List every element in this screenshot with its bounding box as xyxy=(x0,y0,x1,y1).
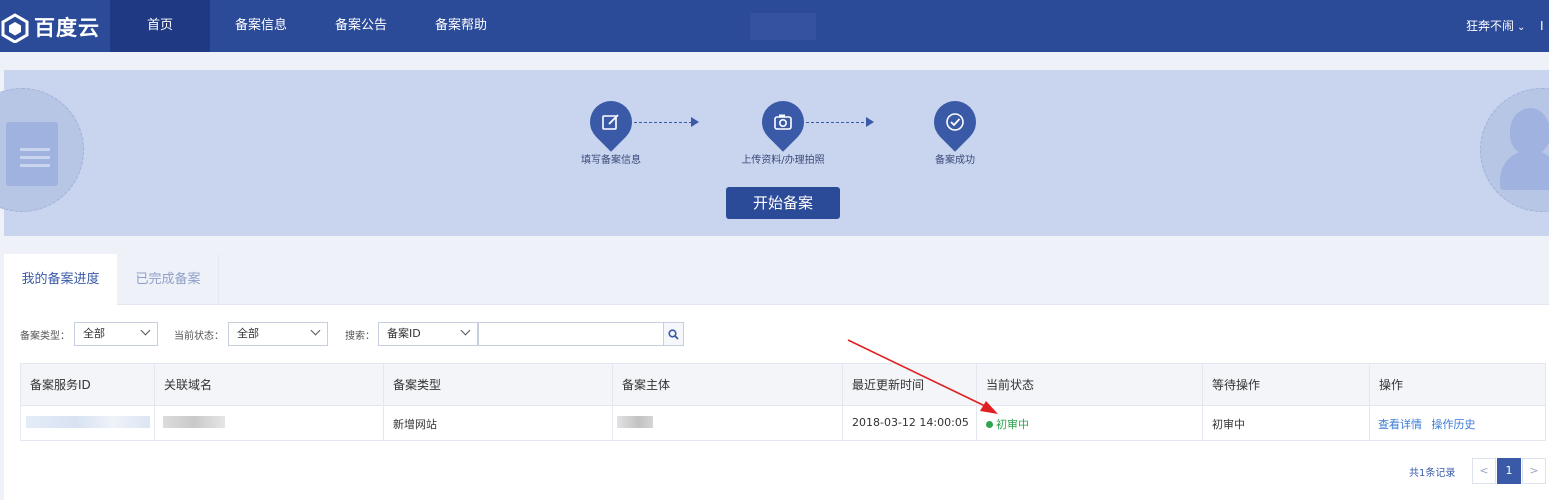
column-divider xyxy=(1202,364,1203,440)
step-1-label: 填写备案信息 xyxy=(581,155,641,166)
row-actions: 查看详情 操作历史 xyxy=(1378,416,1476,432)
table-header xyxy=(21,364,1545,406)
column-divider xyxy=(842,364,843,440)
step-3-label: 备案成功 xyxy=(935,155,975,166)
step-connector xyxy=(634,122,692,123)
tab-my-progress[interactable]: 我的备案进度 xyxy=(4,254,117,305)
search-button[interactable] xyxy=(663,322,684,346)
column-divider xyxy=(154,364,155,440)
col-header-waiting-action: 等待操作 xyxy=(1212,378,1261,392)
view-details-link[interactable]: 查看详情 xyxy=(1378,418,1422,431)
nav-item-home[interactable]: 首页 xyxy=(110,0,210,52)
camera-icon xyxy=(762,101,804,143)
redacted-subject xyxy=(617,416,653,428)
start-record-button[interactable]: 开始备案 xyxy=(726,187,840,219)
status-badge: 初审中 xyxy=(996,418,1029,431)
current-status-select[interactable]: 全部 xyxy=(228,322,328,346)
nav-item-record-info[interactable]: 备案信息 xyxy=(228,0,294,52)
nav-extra-item[interactable]: I xyxy=(1540,0,1544,52)
chevron-down-icon: ⌄ xyxy=(1517,22,1526,33)
tab-completed[interactable]: 已完成备案 xyxy=(118,254,219,305)
redacted-service-id xyxy=(26,416,150,428)
record-type-value: 全部 xyxy=(83,327,105,340)
status-dot-icon xyxy=(986,421,993,428)
user-name: 狂奔不闹 xyxy=(1466,19,1515,33)
step-arrow-icon xyxy=(866,117,874,127)
step-arrow-icon xyxy=(691,117,699,127)
baidu-cloud-logo-icon xyxy=(1,13,29,43)
column-divider xyxy=(976,364,977,440)
col-header-actions: 操作 xyxy=(1379,378,1404,392)
nav-item-record-notice[interactable]: 备案公告 xyxy=(328,0,394,52)
nav-item-record-help[interactable]: 备案帮助 xyxy=(428,0,494,52)
col-header-subject: 备案主体 xyxy=(622,378,671,392)
search-field-value: 备案ID xyxy=(387,327,421,340)
chevron-down-icon xyxy=(310,325,321,336)
page-number-button[interactable]: 1 xyxy=(1497,458,1521,484)
step-2-label: 上传资料/办理拍照 xyxy=(741,155,825,166)
search-field-select[interactable]: 备案ID xyxy=(378,322,478,346)
total-records: 共1条记录 xyxy=(1409,468,1456,479)
row-record-type: 新增网站 xyxy=(393,418,437,431)
col-header-updated-time: 最近更新时间 xyxy=(852,378,925,392)
record-type-select[interactable]: 全部 xyxy=(74,322,158,346)
next-page-button[interactable]: > xyxy=(1522,458,1546,484)
col-header-domain: 关联域名 xyxy=(164,378,213,392)
column-divider xyxy=(383,364,384,440)
row-waiting-action: 初审中 xyxy=(1212,418,1245,431)
edit-icon xyxy=(590,101,632,143)
search-label: 搜索： xyxy=(345,331,375,342)
nav-placeholder-block xyxy=(750,13,816,40)
support-agent-icon xyxy=(1510,108,1549,154)
step-connector xyxy=(806,122,864,123)
col-header-record-type: 备案类型 xyxy=(393,378,442,392)
column-divider xyxy=(612,364,613,440)
search-icon xyxy=(668,328,679,340)
prev-page-button[interactable]: < xyxy=(1472,458,1496,484)
tab-bar xyxy=(4,254,1549,305)
logo[interactable]: 百度云 xyxy=(0,0,108,52)
document-icon xyxy=(6,122,58,186)
col-header-service-id: 备案服务ID xyxy=(30,378,91,392)
current-status-value: 全部 xyxy=(237,327,259,340)
chevron-down-icon xyxy=(460,325,471,336)
chevron-down-icon xyxy=(140,325,151,336)
row-current-status: 初审中 xyxy=(986,416,1029,432)
column-divider xyxy=(1369,364,1370,440)
record-type-label: 备案类型： xyxy=(20,331,70,342)
user-menu[interactable]: 狂奔不闹 ⌄ xyxy=(1466,0,1525,52)
row-updated-time: 2018-03-12 14:00:05 xyxy=(852,416,969,429)
operation-history-link[interactable]: 操作历史 xyxy=(1432,418,1476,431)
check-circle-icon xyxy=(934,101,976,143)
col-header-current-status: 当前状态 xyxy=(986,378,1035,392)
search-input[interactable] xyxy=(478,322,664,346)
current-status-label: 当前状态： xyxy=(174,331,224,342)
logo-text: 百度云 xyxy=(34,16,100,40)
redacted-domain xyxy=(163,416,225,428)
